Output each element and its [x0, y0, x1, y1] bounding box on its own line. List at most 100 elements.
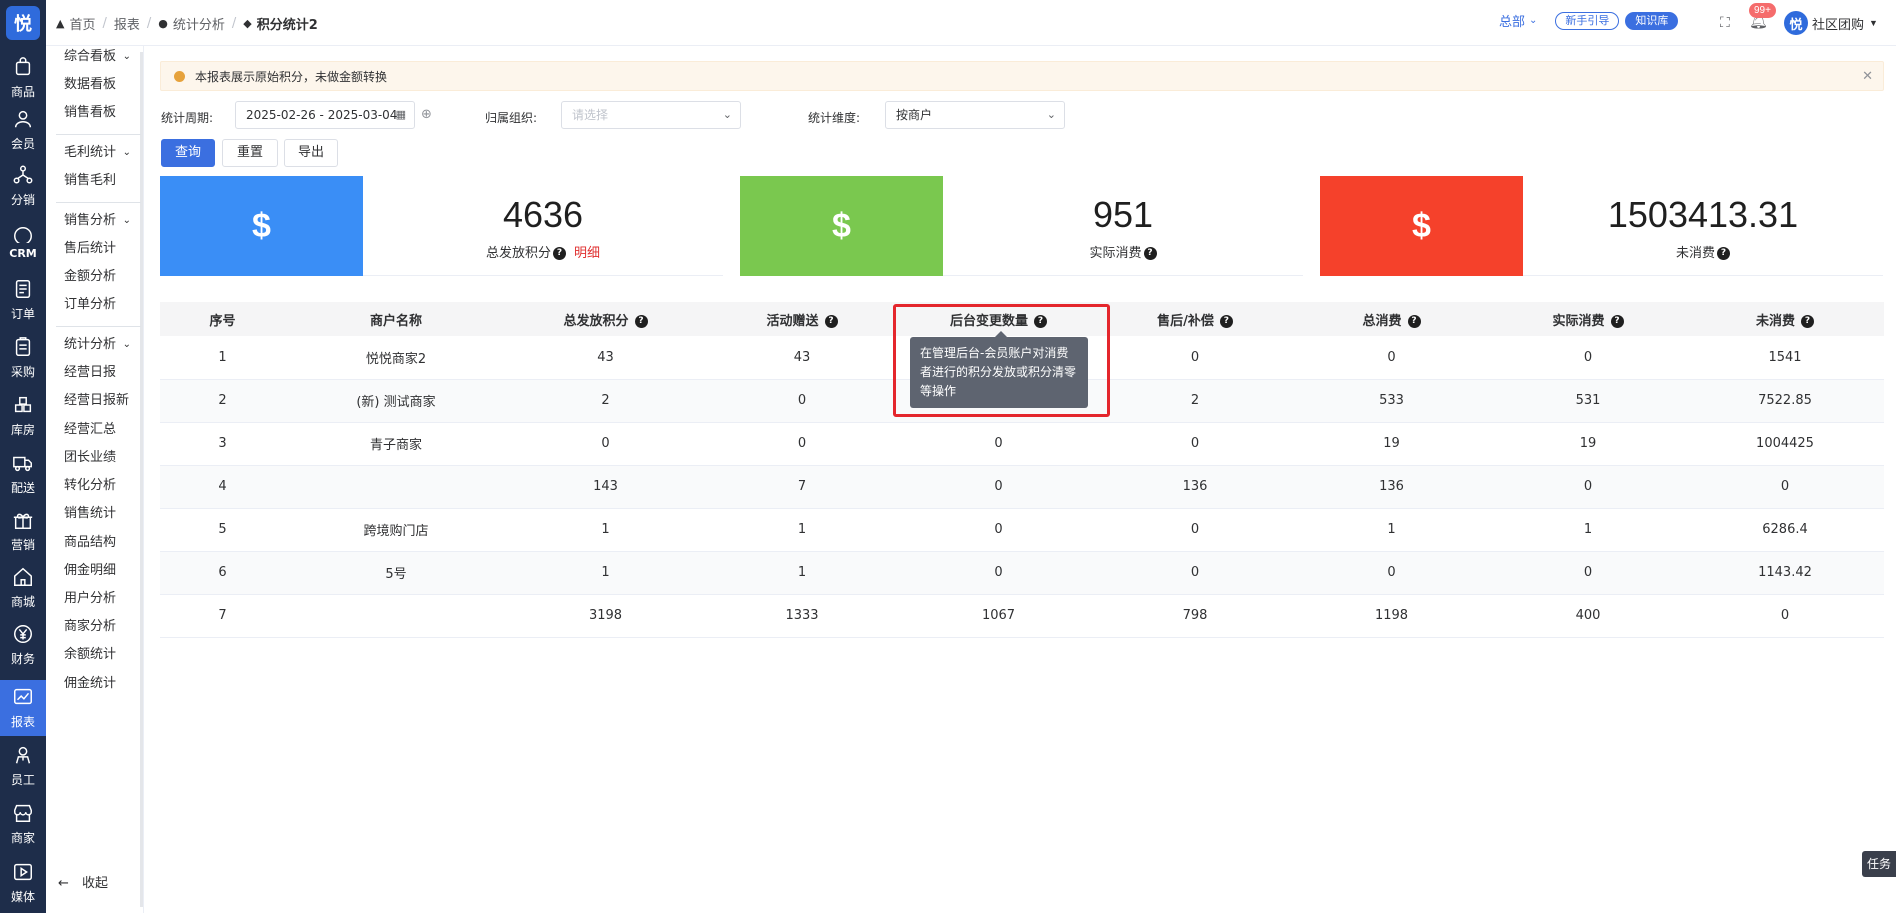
knowledge-base-button[interactable]: 知识库 — [1625, 11, 1679, 30]
subnav-item[interactable]: 佣金统计 — [46, 672, 141, 696]
table-cell — [285, 594, 507, 638]
table-cell: 7 — [160, 594, 285, 638]
rail-item-distribution[interactable]: 分销 — [0, 158, 46, 214]
dept-selector[interactable]: 总部 — [1499, 11, 1525, 30]
shop-icon — [12, 802, 34, 827]
subnav-item[interactable]: 数据看板 — [46, 73, 141, 97]
dollar-icon: $ — [1320, 176, 1523, 276]
table-row[interactable]: 7 3198 1333 1067 798 1198 400 0 — [160, 594, 1884, 638]
help-icon[interactable]: ? — [634, 314, 648, 328]
help-icon[interactable]: ? — [1219, 314, 1233, 328]
rail-item-purchase[interactable]: 采购 — [0, 330, 46, 386]
rail-item-home[interactable]: 商城 — [0, 560, 46, 616]
stat-label-text: 未消费 — [1675, 246, 1715, 261]
order-icon — [12, 278, 34, 303]
column-header: 序号 — [160, 302, 285, 336]
rail-item-crm[interactable]: CRM — [0, 214, 46, 270]
help-icon[interactable]: ? — [1801, 314, 1814, 328]
reset-button[interactable]: 重置 — [222, 139, 278, 167]
subnav-group-3[interactable]: 统计分析 ⌄ — [46, 333, 141, 357]
breadcrumb-reports[interactable]: 报表 — [114, 14, 140, 33]
table-cell: 43 — [507, 336, 704, 380]
media-icon — [12, 861, 34, 886]
guide-button[interactable]: 新手引导 — [1555, 11, 1620, 30]
rail-item-delivery[interactable]: 配送 — [0, 446, 46, 502]
subnav-group-1[interactable]: 毛利统计 ⌄ — [46, 141, 141, 165]
subnav-item[interactable]: 经营日报新 — [46, 389, 141, 413]
table-cell: 1143.42 — [1686, 551, 1884, 595]
subnav-item[interactable]: 金额分析 — [46, 265, 141, 289]
help-icon[interactable]: ? — [553, 247, 566, 260]
org-select[interactable]: 请选择 ⌄ — [561, 101, 741, 129]
subnav-item[interactable]: 佣金明细 — [46, 559, 141, 583]
table-cell: 1 — [507, 508, 704, 552]
stat-label: 实际消费? — [943, 242, 1303, 261]
table-cell: 1 — [704, 551, 900, 595]
table-cell: 0 — [704, 422, 900, 466]
column-header-label: 实际消费 — [1552, 313, 1605, 329]
help-icon[interactable]: ? — [1610, 314, 1624, 328]
table-cell — [285, 465, 507, 509]
breadcrumb-stat-analysis[interactable]: 统计分析 — [173, 14, 225, 33]
help-icon[interactable]: ? — [1143, 247, 1157, 260]
rail-item-order[interactable]: 订单 — [0, 272, 46, 328]
close-icon[interactable]: ✕ — [1862, 68, 1873, 84]
fullscreen-icon[interactable]: ⛶ — [1720, 14, 1730, 31]
stat-value: 4636 — [502, 194, 584, 235]
rail-item-gift[interactable]: 营销 — [0, 503, 46, 559]
subnav-item[interactable]: 销售毛利 — [46, 169, 141, 193]
table-row[interactable]: 6 5号 1 1 0 0 0 0 1143.42 — [160, 551, 1884, 595]
query-button[interactable]: 查询 — [161, 139, 215, 167]
subnav-item[interactable]: 商家分析 — [46, 615, 141, 639]
period-label: 统计周期: — [161, 111, 214, 125]
app-logo[interactable]: 悦 — [0, 0, 46, 46]
detail-link[interactable]: 明细 — [574, 246, 600, 261]
rail-item-shop[interactable]: 商家 — [0, 796, 46, 852]
rail-item-yen[interactable]: 财务 — [0, 617, 46, 673]
task-button[interactable]: 任务 — [1862, 851, 1896, 877]
dimension-select[interactable]: 按商户 ⌄ — [885, 101, 1065, 129]
table-row[interactable]: 3 青子商家 0 0 0 0 19 19 1004425 — [160, 422, 1884, 466]
warning-icon — [174, 70, 185, 82]
table-cell: 1 — [704, 508, 900, 552]
user-menu[interactable]: 悦 社区团购 ▼ — [1784, 11, 1878, 35]
table-row[interactable]: 4 143 7 0 136 136 0 0 — [160, 465, 1884, 509]
rail-item-media[interactable]: 媒体 — [0, 855, 46, 911]
subnav-item[interactable]: 团长业绩 — [46, 446, 141, 470]
collapse-sidebar-button[interactable]: ← 收起 — [46, 872, 141, 896]
org-placeholder: 请选择 — [572, 108, 609, 122]
rail-item-member[interactable]: 会员 — [0, 102, 46, 158]
breadcrumb-home[interactable]: 首页 — [69, 14, 95, 33]
stat-label: 总发放积分? 明细 — [363, 242, 723, 261]
help-icon[interactable]: ? — [1717, 247, 1730, 260]
logo-mark: 悦 — [6, 6, 40, 40]
export-button[interactable]: 导出 — [284, 139, 338, 167]
subnav-item[interactable]: 商品结构 — [46, 531, 141, 555]
rail-item-staff[interactable]: 员工 — [0, 738, 46, 794]
subnav-item[interactable]: 订单分析 — [46, 293, 141, 317]
chevron-down-icon: ⌄ — [122, 147, 131, 158]
table-cell: 1333 — [704, 594, 900, 638]
subnav-item[interactable]: 售后统计 — [46, 237, 141, 261]
help-icon[interactable]: ? — [824, 314, 838, 328]
rail-item-goods[interactable]: 商品 — [0, 50, 46, 106]
subnav-group-0[interactable]: 综合看板 ⌄ — [46, 45, 141, 69]
divider — [56, 326, 141, 327]
dollar-icon: $ — [740, 176, 943, 276]
subnav-item[interactable]: 余额统计 — [46, 643, 141, 667]
rail-item-warehouse[interactable]: 库房 — [0, 388, 46, 444]
help-icon[interactable]: ? — [1407, 314, 1421, 328]
table-row[interactable]: 5 跨境购门店 1 1 0 0 1 1 6286.4 — [160, 508, 1884, 552]
column-header-label: 序号 — [209, 313, 236, 329]
rail-item-chart[interactable]: 报表 — [0, 680, 46, 736]
date-range-picker[interactable]: 2025-02-26 - 2025-03-04 ▦ — [235, 101, 415, 129]
subnav-item[interactable]: 经营日报 — [46, 361, 141, 385]
subnav-item[interactable]: 转化分析 — [46, 474, 141, 498]
subnav-group-2[interactable]: 销售分析 ⌄ — [46, 209, 141, 233]
subnav-item[interactable]: 经营汇总 — [46, 418, 141, 442]
table-cell: 1 — [1490, 508, 1686, 552]
clear-icon[interactable]: ⊕ — [421, 106, 432, 122]
subnav-item[interactable]: 销售统计 — [46, 502, 141, 526]
subnav-item[interactable]: 销售看板 — [46, 101, 141, 125]
subnav-item[interactable]: 用户分析 — [46, 587, 141, 611]
